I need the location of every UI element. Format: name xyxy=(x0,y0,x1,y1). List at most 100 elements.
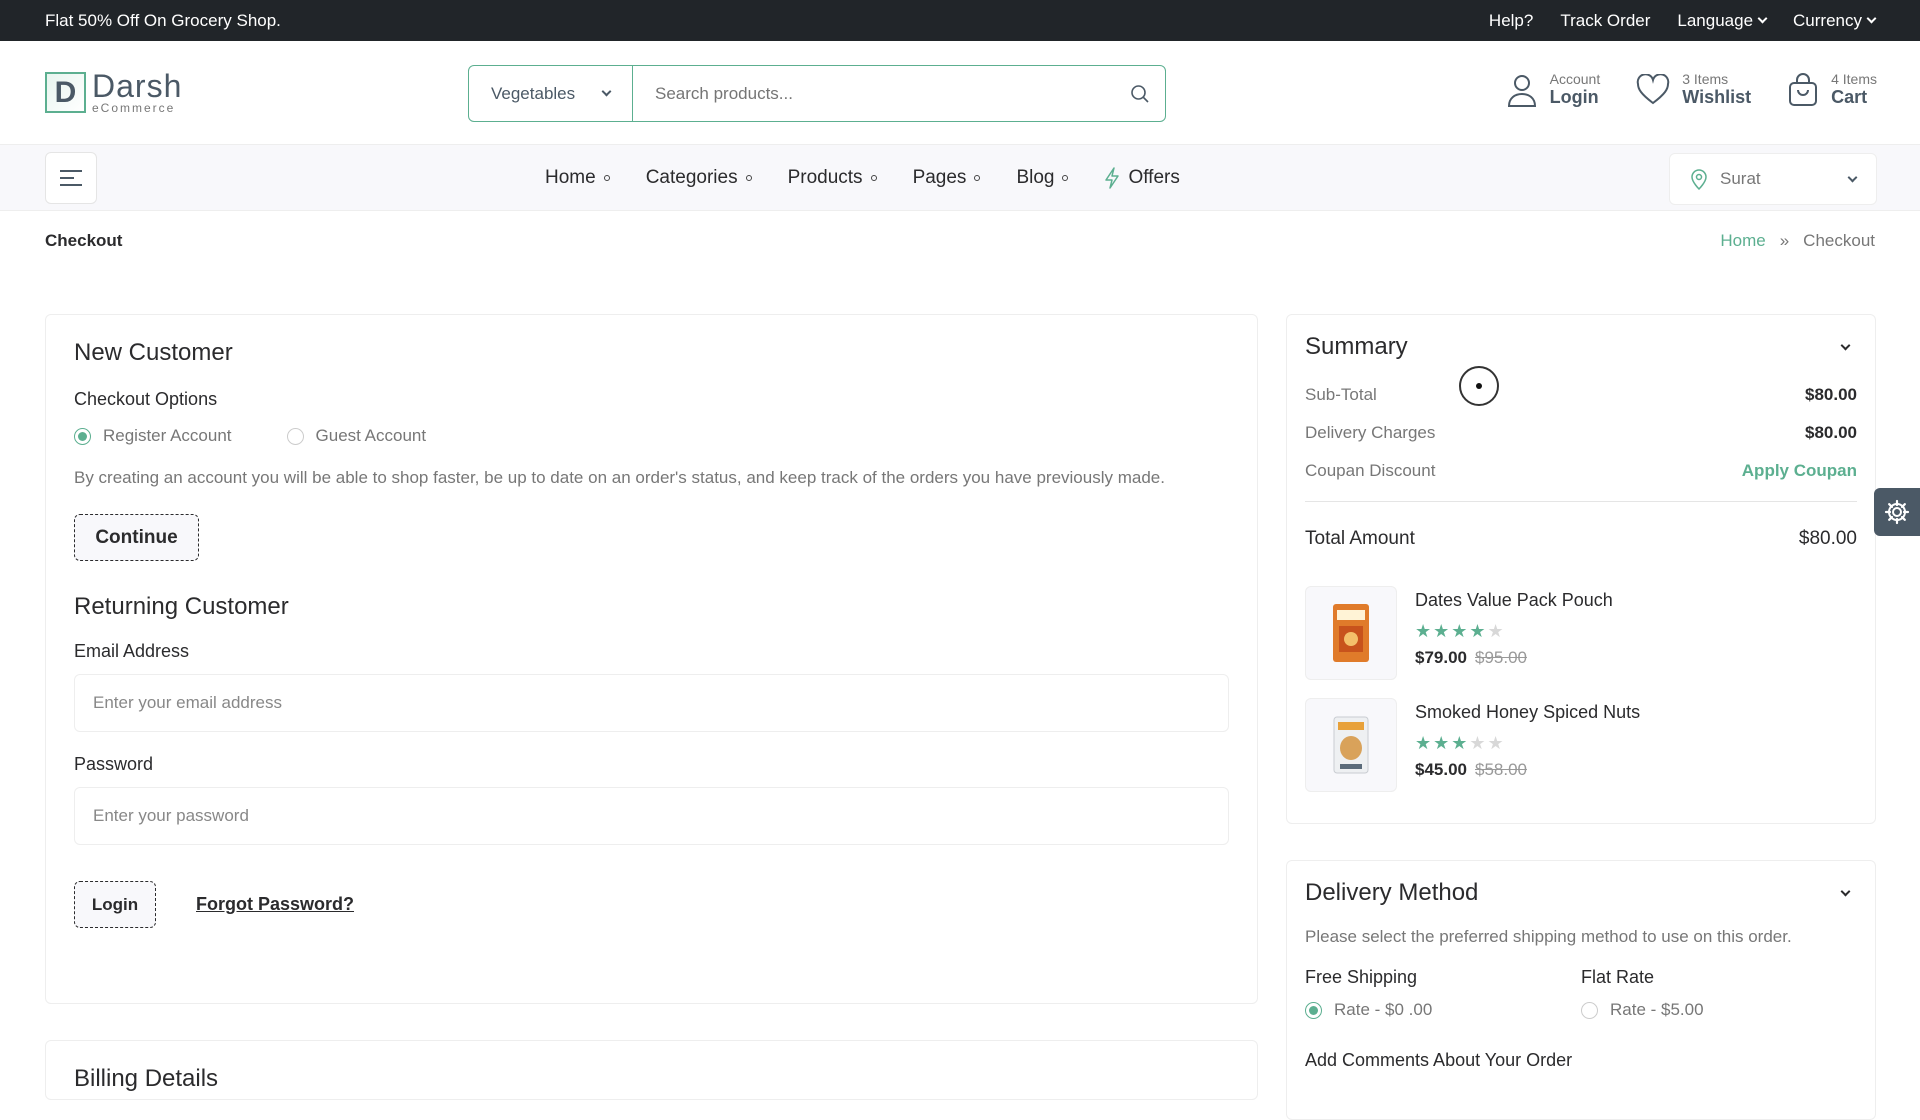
dropdown-dot-icon xyxy=(870,175,877,181)
cart-link[interactable]: 4 Items Cart xyxy=(1787,71,1877,108)
star-icon: ★★ xyxy=(1469,733,1506,753)
subtotal-row: Sub-Total $80.00 xyxy=(1305,385,1857,405)
cart-count: 4 Items xyxy=(1831,71,1877,87)
product-name[interactable]: Smoked Honey Spiced Nuts xyxy=(1415,702,1640,723)
product-name[interactable]: Dates Value Pack Pouch xyxy=(1415,590,1613,611)
apply-coupon-link[interactable]: Apply Coupan xyxy=(1742,461,1857,481)
continue-button[interactable]: Continue xyxy=(74,514,199,561)
nav-item-blog[interactable]: Blog xyxy=(1016,167,1069,189)
pin-icon xyxy=(1691,169,1707,190)
flat-rate-radio-row[interactable]: Rate - $5.00 xyxy=(1581,1000,1857,1020)
new-customer-title: New Customer xyxy=(74,339,233,366)
star-icon: ★ xyxy=(1487,621,1506,641)
bag-icon xyxy=(1789,72,1818,106)
billing-title: Billing Details xyxy=(74,1065,219,1092)
flat-rate-option: Flat Rate Rate - $5.00 xyxy=(1581,967,1857,1020)
summary-card: Summary Sub-Total $80.00 Delivery Charges… xyxy=(1286,314,1876,824)
logo[interactable]: D Darsh eCommerce xyxy=(45,67,183,115)
rating-stars: ★★★★★ xyxy=(1415,733,1640,754)
free-shipping-radio-row[interactable]: Rate - $0 .00 xyxy=(1305,1000,1581,1020)
language-dropdown[interactable]: Language xyxy=(1677,10,1768,31)
summary-product[interactable]: Smoked Honey Spiced Nuts ★★★★★ $45.00 $58… xyxy=(1305,698,1857,792)
nav-label: Home xyxy=(545,167,596,188)
product-price: $45.00 $58.00 xyxy=(1415,760,1640,780)
search-category-select[interactable]: Vegetables xyxy=(469,66,633,121)
menu-toggle-button[interactable] xyxy=(45,151,97,204)
dropdown-dot-icon xyxy=(745,175,752,181)
language-label: Language xyxy=(1677,10,1754,30)
summary-header[interactable]: Summary xyxy=(1305,333,1857,361)
nav-label: Pages xyxy=(912,167,967,188)
product-info: Dates Value Pack Pouch ★★★★★ $79.00 $95.0… xyxy=(1415,586,1613,680)
nav-item-categories[interactable]: Categories xyxy=(646,167,752,189)
login-button[interactable]: Login xyxy=(74,881,156,928)
free-shipping-label: Free Shipping xyxy=(1305,967,1418,987)
checkout-options: Register Account Guest Account xyxy=(74,426,1229,446)
product-image[interactable] xyxy=(1305,586,1397,680)
radio-checked[interactable] xyxy=(74,427,91,445)
location-select[interactable]: Surat xyxy=(1669,153,1877,205)
breadcrumb-links: Home » Checkout xyxy=(1720,231,1875,251)
nav-label: Products xyxy=(787,167,863,188)
radio-checked[interactable] xyxy=(1305,1001,1322,1019)
total-label: Total Amount xyxy=(1305,528,1415,549)
forgot-password-link[interactable]: Forgot Password? xyxy=(196,894,354,915)
delivery-description: Please select the preferred shipping met… xyxy=(1305,927,1792,946)
wishlist-link[interactable]: 3 Items Wishlist xyxy=(1636,71,1751,108)
subtotal-value: $80.00 xyxy=(1805,385,1857,404)
returning-customer-title: Returning Customer xyxy=(74,593,289,620)
nav-item-offers[interactable]: Offers xyxy=(1104,167,1180,189)
dropdown-dot-icon xyxy=(1062,175,1069,181)
nav-label: Categories xyxy=(645,167,738,188)
wishlist-label: Wishlist xyxy=(1682,87,1752,107)
account-top: Account xyxy=(1549,71,1601,87)
search-input[interactable] xyxy=(633,66,1115,121)
delivery-label: Delivery Charges xyxy=(1305,423,1436,442)
chevron-down-icon[interactable] xyxy=(1840,340,1851,350)
password-field[interactable]: Enter your password xyxy=(74,787,1229,845)
chevron-down-icon xyxy=(1847,172,1858,182)
radio-unchecked[interactable] xyxy=(1581,1001,1598,1019)
free-shipping-option: Free Shipping Rate - $0 .00 xyxy=(1305,967,1581,1020)
settings-tab[interactable] xyxy=(1874,488,1920,536)
nav-item-home[interactable]: Home xyxy=(545,167,610,189)
delivery-method-card: Delivery Method Please select the prefer… xyxy=(1286,860,1876,1120)
dropdown-dot-icon xyxy=(974,175,981,181)
track-order-link[interactable]: Track Order xyxy=(1560,11,1650,31)
breadcrumb-home[interactable]: Home xyxy=(1720,231,1765,251)
chevron-down-icon[interactable] xyxy=(1840,886,1851,896)
register-account-option[interactable]: Register Account xyxy=(74,426,232,446)
checkout-options-label: Checkout Options xyxy=(74,389,218,409)
heart-icon xyxy=(1636,73,1670,104)
email-field[interactable]: Enter your email address xyxy=(74,674,1229,732)
customer-card: New Customer Checkout Options Register A… xyxy=(45,314,1258,1004)
currency-dropdown[interactable]: Currency xyxy=(1793,11,1877,31)
chevron-down-icon xyxy=(1866,13,1877,24)
nav-label: Offers xyxy=(1128,167,1180,188)
product-info: Smoked Honey Spiced Nuts ★★★★★ $45.00 $58… xyxy=(1415,698,1640,792)
wishlist-text: 3 Items Wishlist xyxy=(1682,71,1751,108)
breadcrumb-separator: » xyxy=(1779,231,1790,250)
account-link[interactable]: Account Login xyxy=(1506,71,1601,108)
price-current: $45.00 xyxy=(1415,760,1467,779)
comments-label: Add Comments About Your Order xyxy=(1305,1050,1573,1070)
nav-item-pages[interactable]: Pages xyxy=(913,167,981,189)
guest-label: Guest Account xyxy=(315,426,427,445)
summary-product[interactable]: Dates Value Pack Pouch ★★★★★ $79.00 $95.0… xyxy=(1305,586,1857,680)
help-link[interactable]: Help? xyxy=(1489,11,1533,31)
menu-icon xyxy=(60,169,82,172)
search-icon[interactable] xyxy=(1115,84,1165,104)
total-value: $80.00 xyxy=(1798,528,1857,549)
chevron-down-icon xyxy=(1757,13,1768,24)
delivery-header[interactable]: Delivery Method xyxy=(1305,879,1857,907)
chevron-down-icon xyxy=(601,86,612,97)
product-image[interactable] xyxy=(1305,698,1397,792)
brand-name: Darsh xyxy=(92,67,183,104)
cursor-indicator xyxy=(1459,366,1499,406)
nav-item-products[interactable]: Products xyxy=(788,167,877,189)
password-label: Password xyxy=(74,754,154,774)
radio-unchecked[interactable] xyxy=(286,427,304,445)
price-old: $95.00 xyxy=(1475,648,1527,667)
cart-text: 4 Items Cart xyxy=(1831,71,1877,108)
guest-account-option[interactable]: Guest Account xyxy=(286,426,427,446)
